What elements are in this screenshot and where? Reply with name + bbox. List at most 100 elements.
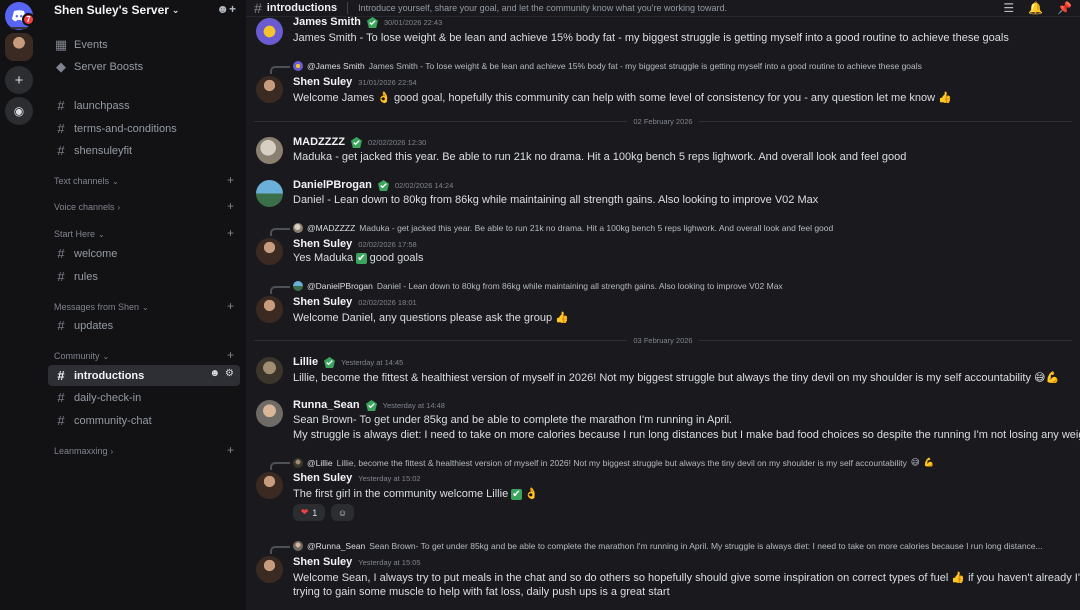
author-name[interactable]: James Smith: [293, 16, 361, 28]
timestamp: Yesterday at 14:45: [341, 357, 404, 367]
author-name[interactable]: Lillie: [293, 356, 318, 368]
bell-icon[interactable]: 🔔: [1028, 1, 1043, 15]
message-text-part: Lillie, become the fittest & healthiest …: [293, 372, 1031, 384]
category-label: Community: [54, 351, 100, 361]
reply-preview[interactable]: @James Smith James Smith - To lose weigh…: [293, 61, 922, 71]
channel-topic[interactable]: Introduce yourself, share your goal, and…: [358, 3, 727, 13]
avatar[interactable]: [256, 472, 283, 499]
avatar[interactable]: [256, 180, 283, 207]
chevron-down-icon: ⌄: [171, 4, 180, 15]
reply-elbow: [270, 546, 290, 554]
avatar[interactable]: [256, 76, 283, 103]
reply-author: @DanielPBrogan: [307, 281, 373, 291]
invite-icon[interactable]: ☻: [210, 368, 221, 379]
chevron-right-icon: ›: [110, 446, 114, 456]
avatar[interactable]: [256, 238, 283, 265]
avatar[interactable]: [256, 296, 283, 323]
message-text-part: Welcome James: [293, 92, 375, 104]
reaction-heart[interactable]: ❤ 1: [293, 504, 325, 521]
reply-preview[interactable]: @Lillie Lillie, become the fittest & hea…: [293, 457, 934, 468]
timestamp: 02/02/2026 14:24: [394, 180, 454, 190]
message-text: Yes Maduka ✔ good goals: [293, 252, 423, 264]
category-label: Text channels: [54, 176, 110, 186]
add-channel-icon[interactable]: +: [227, 299, 234, 313]
add-channel-icon[interactable]: +: [227, 173, 234, 187]
channel-terms-and-conditions[interactable]: # terms-and-conditions: [48, 118, 240, 139]
author-name[interactable]: Shen Suley: [293, 296, 352, 308]
message-text-part: good goals: [369, 252, 424, 264]
category-label: Leanmaxxing: [54, 446, 108, 456]
category-label: Start Here: [54, 229, 96, 239]
server-avatar-icon[interactable]: [5, 33, 33, 61]
reply-preview[interactable]: @MADZZZZ Maduka - get jacked this year. …: [293, 223, 833, 233]
avatar[interactable]: [256, 400, 283, 427]
avatar[interactable]: [256, 18, 283, 45]
add-reaction-button[interactable]: ☺: [331, 504, 354, 521]
reply-preview[interactable]: @DanielPBrogan Daniel - Lean down to 80k…: [293, 281, 783, 291]
avatar[interactable]: [256, 137, 283, 164]
category-community[interactable]: Community ⌄ +: [48, 348, 240, 363]
timestamp: Yesterday at 15:02: [358, 473, 421, 483]
category-voice-channels[interactable]: Voice channels › +: [48, 199, 240, 214]
hashtag-icon: #: [57, 246, 65, 261]
category-leanmaxxing[interactable]: Leanmaxxing › +: [48, 443, 240, 458]
add-channel-icon[interactable]: +: [227, 226, 234, 240]
hashtag-icon: #: [57, 318, 65, 333]
mini-avatar: [293, 61, 303, 71]
channel-rules[interactable]: # rules: [48, 266, 240, 287]
header-separator: [347, 2, 349, 14]
category-text-channels[interactable]: Text channels ⌄ +: [48, 173, 240, 188]
reply-preview[interactable]: @Runna_Sean Sean Brown- To get under 85k…: [293, 541, 1043, 551]
add-channel-icon[interactable]: +: [227, 199, 234, 213]
avatar[interactable]: [256, 556, 283, 583]
message-text-part: Welcome Daniel, any questions please ask…: [293, 312, 553, 324]
author-name[interactable]: DanielPBrogan: [293, 179, 372, 191]
server-header[interactable]: Shen Suley's Server ⌄ ☻+: [40, 0, 246, 20]
channel-label: welcome: [74, 247, 118, 260]
sidebar-item-label: Server Boosts: [74, 60, 144, 73]
notification-badge: 7: [22, 13, 35, 26]
category-start-here[interactable]: Start Here ⌄ +: [48, 226, 240, 241]
category-label: Messages from Shen: [54, 302, 140, 312]
boost-icon: ◆: [56, 58, 66, 74]
author-name[interactable]: Shen Suley: [293, 76, 352, 88]
reply-text: Lillie, become the fittest & healthiest …: [336, 457, 907, 468]
add-channel-icon[interactable]: +: [227, 348, 234, 362]
category-messages-from-shen[interactable]: Messages from Shen ⌄ +: [48, 299, 240, 314]
channel-updates[interactable]: # updates: [48, 315, 240, 336]
verified-badge-icon: [350, 136, 362, 148]
add-server-icon[interactable]: +: [5, 66, 33, 94]
sidebar-item-events[interactable]: ▦ Events: [48, 34, 240, 55]
channel-shensuleyfit[interactable]: # shensuleyfit: [48, 140, 240, 161]
chevron-down-icon: ⌄: [98, 229, 105, 239]
add-channel-icon[interactable]: +: [227, 443, 234, 457]
rail-separator: [11, 27, 27, 29]
grinning-sweat-emoji-icon: 😅: [1034, 372, 1046, 384]
threads-icon[interactable]: ☰: [1003, 1, 1014, 15]
author-name[interactable]: MADZZZZ: [293, 136, 345, 148]
channel-community-chat[interactable]: # community-chat: [48, 410, 240, 431]
channel-label: launchpass: [74, 99, 130, 112]
reply-elbow: [270, 462, 290, 470]
grinning-sweat-emoji-icon: 😅: [910, 457, 920, 467]
channel-launchpass[interactable]: # launchpass: [48, 95, 240, 116]
pin-icon[interactable]: 📌: [1057, 1, 1072, 15]
author-name[interactable]: Shen Suley: [293, 472, 352, 484]
author-name[interactable]: Shen Suley: [293, 238, 352, 250]
channel-label: updates: [74, 319, 114, 332]
gear-icon[interactable]: ⚙: [225, 368, 234, 379]
invite-people-icon[interactable]: ☻+: [216, 2, 236, 16]
discover-icon[interactable]: ◉: [5, 97, 33, 125]
author-name[interactable]: Runna_Sean: [293, 399, 360, 411]
avatar[interactable]: [256, 357, 283, 384]
sidebar-item-server-boosts[interactable]: ◆ Server Boosts: [48, 56, 240, 77]
channel-welcome[interactable]: # welcome: [48, 243, 240, 264]
thumbs-up-emoji-icon: 👍: [938, 92, 952, 104]
author-name[interactable]: Shen Suley: [293, 556, 352, 568]
message-text-part: good goal, hopefully this community can …: [393, 92, 936, 104]
verified-badge-icon: [377, 179, 389, 191]
timestamp: Yesterday at 14:48: [382, 400, 445, 410]
channel-daily-check-in[interactable]: # daily-check-in: [48, 387, 240, 408]
channel-introductions[interactable]: # introductions ☻ ⚙: [48, 365, 240, 386]
date-divider: 03 February 2026: [254, 335, 1072, 345]
